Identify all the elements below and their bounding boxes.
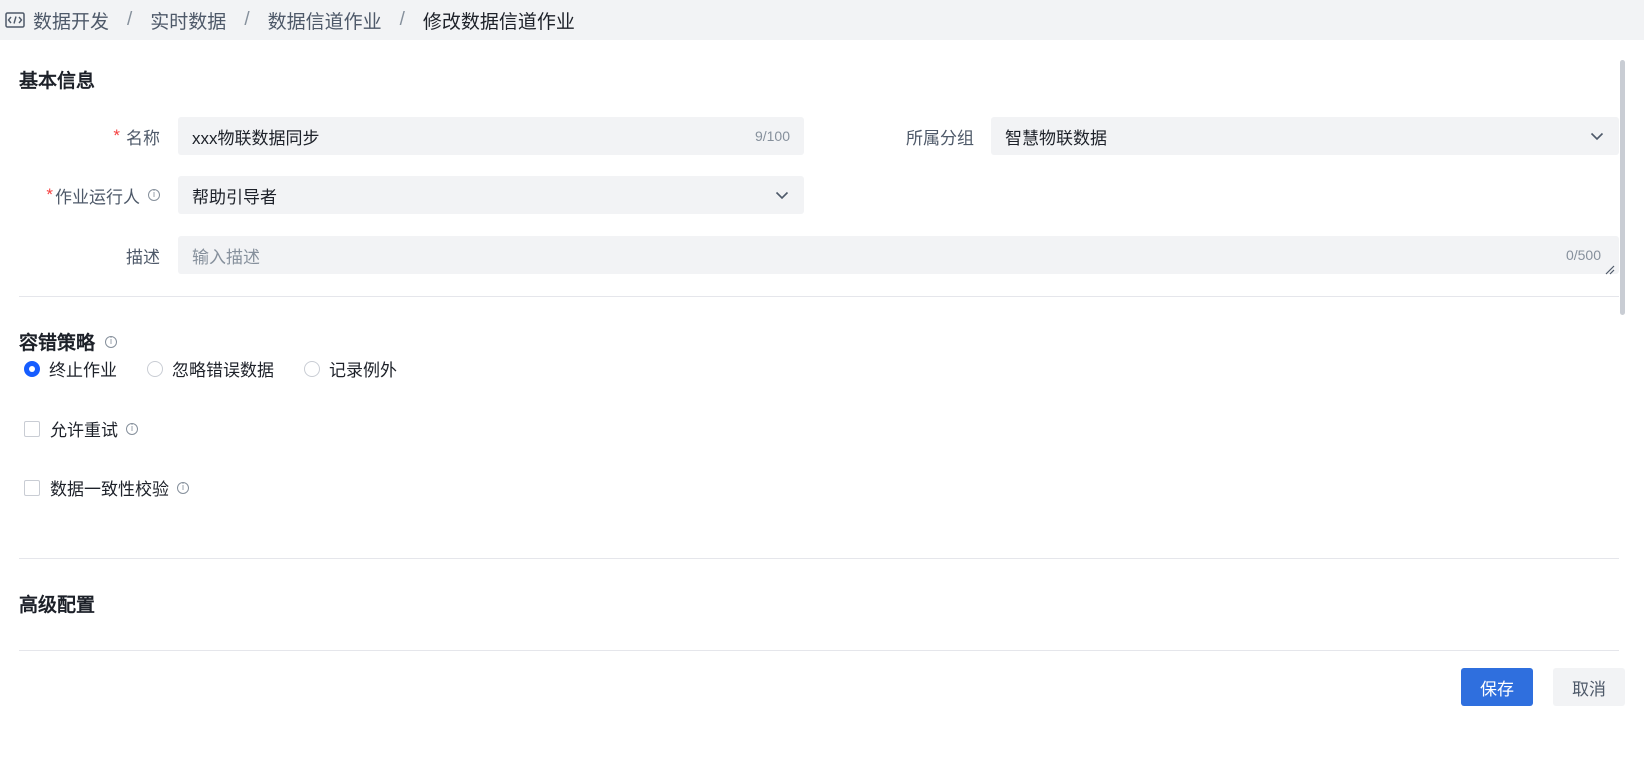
radio-option-terminate[interactable]: 终止作业: [24, 356, 117, 381]
desc-label: 描述: [20, 236, 160, 274]
form-container: 基本信息 * 名称 xxx物联数据同步 9/100 所属分组 智慧物联数据 * …: [0, 40, 1644, 759]
footer-divider: [19, 650, 1619, 651]
breadcrumb-item-channel-jobs[interactable]: 数据信道作业: [268, 7, 382, 34]
group-select-value: 智慧物联数据: [1005, 128, 1107, 148]
radio-option-ignore-errors[interactable]: 忽略错误数据: [147, 356, 274, 381]
runner-select[interactable]: 帮助引导者: [178, 176, 804, 214]
info-icon[interactable]: i: [105, 335, 118, 348]
group-label: 所属分组: [860, 117, 974, 155]
radio-option-record-exceptions[interactable]: 记录例外: [304, 356, 397, 381]
breadcrumb-item-current: 修改数据信道作业: [422, 11, 575, 33]
resize-handle-icon[interactable]: [1603, 260, 1615, 275]
radio-label: 忽略错误数据: [172, 361, 274, 380]
name-label-text: 名称: [126, 128, 160, 148]
consistency-check-label: 数据一致性校验: [50, 480, 169, 499]
name-label: * 名称: [20, 117, 160, 155]
desc-textarea[interactable]: 输入描述 0/500: [178, 236, 1619, 275]
allow-retry-label: 允许重试: [50, 421, 118, 440]
vertical-scrollbar[interactable]: [1620, 60, 1625, 315]
required-mark: *: [46, 185, 53, 204]
name-input[interactable]: xxx物联数据同步 9/100: [178, 117, 804, 155]
breadcrumb-separator: /: [127, 9, 133, 30]
runner-select-value: 帮助引导者: [192, 187, 277, 207]
save-button[interactable]: 保存: [1461, 668, 1533, 706]
consistency-check-checkbox[interactable]: [24, 479, 40, 496]
breadcrumb-item-realtime-data[interactable]: 实时数据: [150, 7, 226, 34]
name-char-counter: 9/100: [754, 128, 790, 144]
info-icon[interactable]: i: [177, 481, 189, 494]
allow-retry-checkbox-row[interactable]: 允许重试 i: [24, 416, 138, 441]
section-title-advanced[interactable]: 高级配置: [19, 590, 95, 617]
radio-button-checked[interactable]: [24, 360, 40, 377]
radio-label: 终止作业: [49, 361, 117, 380]
section-title-fault: 容错策略 i: [19, 328, 118, 355]
section-divider: [19, 558, 1619, 559]
fault-strategy-radio-group: 终止作业 忽略错误数据 记录例外: [24, 356, 427, 381]
code-window-icon: [5, 12, 25, 28]
breadcrumb-item-data-dev[interactable]: 数据开发: [33, 7, 109, 34]
section-divider: [19, 296, 1619, 297]
info-icon[interactable]: i: [126, 422, 138, 435]
chevron-down-icon: [774, 187, 790, 203]
breadcrumb-separator: /: [399, 9, 405, 30]
consistency-check-checkbox-row[interactable]: 数据一致性校验 i: [24, 475, 189, 500]
group-select[interactable]: 智慧物联数据: [991, 117, 1619, 155]
required-mark: *: [113, 126, 120, 145]
radio-label: 记录例外: [329, 361, 397, 380]
breadcrumb: 数据开发 / 实时数据 / 数据信道作业 / 修改数据信道作业: [0, 0, 1644, 40]
section-title-advanced-text: 高级配置: [19, 595, 96, 616]
desc-label-text: 描述: [126, 247, 160, 267]
breadcrumb-separator: /: [244, 9, 250, 30]
cancel-button[interactable]: 取消: [1553, 668, 1625, 706]
runner-label: * 作业运行人 i: [20, 176, 160, 214]
section-title-basic: 基本信息: [19, 66, 95, 93]
radio-button[interactable]: [304, 360, 320, 377]
radio-button[interactable]: [147, 360, 163, 377]
chevron-down-icon: [1589, 128, 1605, 144]
section-title-fault-text: 容错策略: [19, 333, 96, 354]
desc-char-counter: 0/500: [1565, 247, 1601, 263]
group-label-text: 所属分组: [906, 128, 974, 148]
runner-label-text: 作业运行人: [55, 187, 140, 207]
desc-placeholder: 输入描述: [192, 247, 260, 267]
info-icon[interactable]: i: [148, 189, 160, 201]
allow-retry-checkbox[interactable]: [24, 420, 40, 437]
name-input-value: xxx物联数据同步: [192, 128, 320, 148]
section-title-basic-text: 基本信息: [19, 71, 96, 92]
